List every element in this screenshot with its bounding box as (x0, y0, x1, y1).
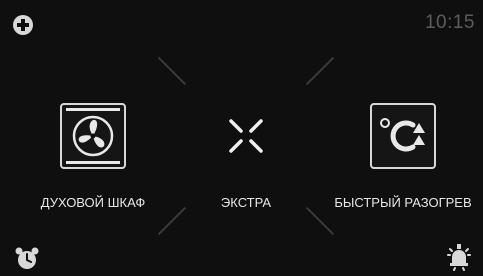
mode-oven-icon-box (60, 103, 126, 169)
mode-extra-icon-box (213, 103, 279, 169)
alarm-button[interactable] (14, 245, 40, 271)
divider (157, 206, 187, 236)
divider (305, 206, 335, 236)
lamp-icon (447, 244, 471, 271)
mode-preheat-button[interactable]: БЫСТРЫЙ РАЗОГРЕВ (328, 103, 478, 210)
mode-oven-label: ДУХОВОЙ ШКАФ (40, 195, 146, 210)
divider (305, 56, 335, 86)
add-button[interactable] (12, 14, 34, 36)
lamp-button[interactable] (447, 243, 471, 271)
celsius-up-arrows-icon (380, 118, 425, 152)
mode-extra-button[interactable]: ЭКСТРА (201, 103, 291, 210)
alarm-clock-icon (15, 247, 39, 269)
collapse-arrows-icon (229, 119, 263, 153)
mode-preheat-icon-box (370, 103, 436, 169)
clock-display: 10:15 (424, 12, 475, 33)
oven-control-screen: 10:15 ДУХОВОЙ ШКАФ ЭКСТРА БЫСТРЫЙ РАЗОГР… (0, 0, 483, 276)
fan-icon (66, 108, 120, 164)
mode-preheat-label: БЫСТРЫЙ РАЗОГРЕВ (334, 195, 472, 210)
mode-oven-button[interactable]: ДУХОВОЙ ШКАФ (20, 103, 166, 210)
mode-extra-label: ЭКСТРА (220, 195, 272, 210)
divider (157, 56, 187, 86)
plus-circle-icon (13, 15, 33, 35)
